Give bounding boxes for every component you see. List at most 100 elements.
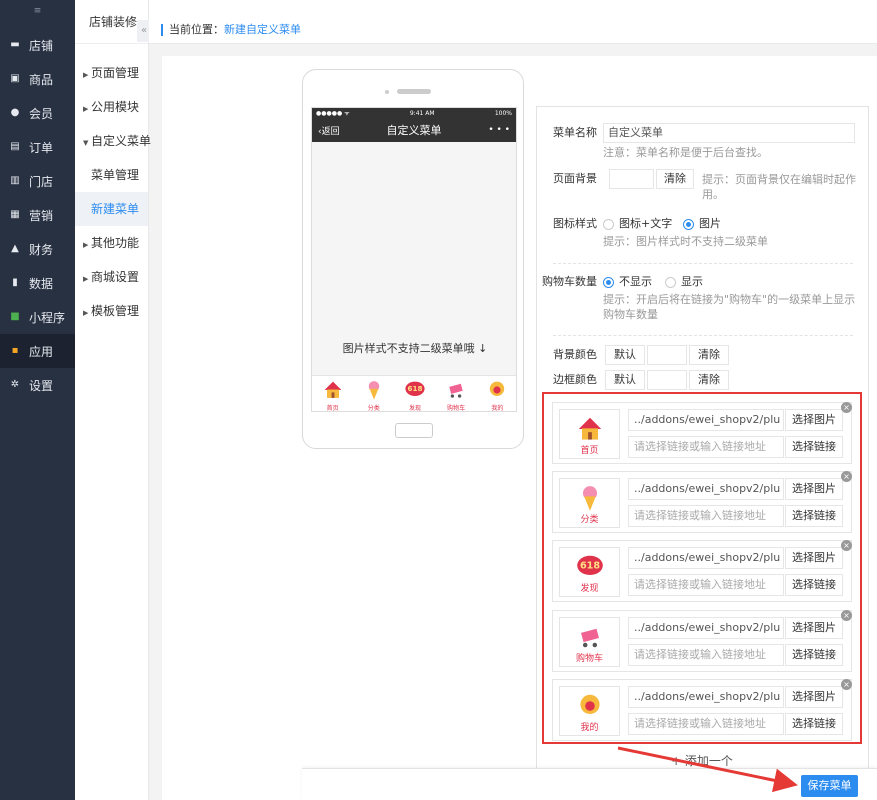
submenu-item[interactable]: 菜单管理 — [75, 158, 148, 192]
border-color-clear-button[interactable]: 清除 — [689, 370, 729, 390]
pick-link-button[interactable]: 选择链接 — [785, 505, 843, 527]
page-bg-clear-button[interactable]: 清除 — [656, 169, 694, 189]
link-input[interactable]: 请选择链接或输入链接地址 — [628, 574, 784, 596]
phone-screen: ●●●●● ᯤ 9:41 AM 100% ‹返回 自定义菜单 • • • 图片样… — [311, 107, 517, 412]
border-color-default-button[interactable]: 默认 — [605, 370, 645, 390]
image-url-input[interactable]: ../addons/ewei_shopv2/plu — [628, 547, 784, 569]
nav-item[interactable]: ● 会员 — [0, 96, 75, 130]
nav-item[interactable]: ▲ 财务 — [0, 232, 75, 266]
phone-tab[interactable]: 分类 — [357, 378, 391, 411]
page-bg-help: 提示：页面背景仅在编辑时起作用。 — [702, 173, 856, 201]
phone-tab[interactable]: 购物车 — [439, 378, 473, 411]
cart-option-show[interactable]: 显示 — [665, 275, 703, 289]
delete-icon[interactable]: × — [841, 471, 852, 482]
main-sidebar: ≡ ▬ 店铺 ▣ 商品 ● 会员 ▤ 订单 ▥ 门店 ▦ 营销 ▲ 财务 ▮ 数据 ■ 小程序 ▪ 应用 ✲ 设置 — [0, 0, 75, 800]
breadcrumb-prefix: 当前位置： — [169, 23, 224, 36]
pick-link-button[interactable]: 选择链接 — [785, 644, 843, 666]
menu-item-image[interactable]: 618 发现 — [559, 547, 620, 597]
caret-right-icon: ▶ — [83, 71, 89, 79]
nav-item[interactable]: ✲ 设置 — [0, 368, 75, 402]
pick-image-button[interactable]: 选择图片 — [785, 478, 843, 500]
pick-image-button[interactable]: 选择图片 — [785, 409, 843, 431]
radio-label: 不显示 — [619, 275, 652, 288]
bg-color-label: 背景颜色 — [553, 348, 597, 361]
bg-color-default-button[interactable]: 默认 — [605, 345, 645, 365]
phone-speaker — [397, 89, 431, 94]
nav-item[interactable]: ▮ 数据 — [0, 266, 75, 300]
submenu-item[interactable]: ▶ 页面管理 — [75, 56, 148, 90]
svg-text:618: 618 — [407, 384, 422, 393]
pick-image-button[interactable]: 选择图片 — [785, 686, 843, 708]
nav-item[interactable]: ▣ 商品 — [0, 62, 75, 96]
phone-tab[interactable]: 我的 — [480, 378, 514, 411]
border-color-swatch[interactable] — [647, 370, 687, 390]
pick-link-button[interactable]: 选择链接 — [785, 436, 843, 458]
nav-item[interactable]: ■ 小程序 — [0, 300, 75, 334]
breadcrumb-current[interactable]: 新建自定义菜单 — [224, 23, 301, 36]
sub-sidebar: 店铺装修 « ▶ 页面管理 ▶ 公用模块 ▼ 自定义菜单 菜单管理 新建菜单 ▶ 其他功能 ▶ 商城设… — [75, 0, 151, 800]
nav-item[interactable]: ▤ 订单 — [0, 130, 75, 164]
submenu-item-label: 新建菜单 — [91, 202, 140, 216]
image-url-input[interactable]: ../addons/ewei_shopv2/plu — [628, 617, 784, 639]
nav-item[interactable]: ▬ 店铺 — [0, 28, 75, 62]
menu-item-card: 分类 ../addons/ewei_shopv2/plu 选择图片 请选择链接或… — [552, 471, 852, 533]
icon-style-option-image[interactable]: 图片 — [683, 217, 721, 231]
save-menu-button[interactable]: 保存菜单 — [801, 775, 858, 797]
icon-style-option-icon-text[interactable]: 图标+文字 — [603, 217, 672, 231]
nav-item-label: 会员 — [29, 106, 54, 121]
bg-color-swatch[interactable] — [647, 345, 687, 365]
menu-item-image[interactable]: 首页 — [559, 409, 620, 459]
nav-item[interactable]: ▥ 门店 — [0, 164, 75, 198]
submenu-item[interactable]: ▶ 其他功能 — [75, 226, 148, 260]
radio-checked-icon — [683, 218, 694, 230]
cart-count-help: 提示：开启后将在链接为"购物车"的一级菜单上显示购物车数量 — [603, 293, 856, 321]
link-input[interactable]: 请选择链接或输入链接地址 — [628, 505, 784, 527]
image-url-input[interactable]: ../addons/ewei_shopv2/plu — [628, 686, 784, 708]
nav-item[interactable]: ▦ 营销 — [0, 198, 75, 232]
page-bg-color-swatch[interactable] — [609, 169, 654, 189]
phone-tab[interactable]: 首页 — [316, 378, 350, 411]
submenu-item[interactable]: ▶ 商城设置 — [75, 260, 148, 294]
delete-icon[interactable]: × — [841, 610, 852, 621]
back-label: 返回 — [321, 126, 340, 137]
pick-link-button[interactable]: 选择链接 — [785, 574, 843, 596]
phone-tab[interactable]: 618 发现 — [398, 378, 432, 411]
image-url-input[interactable]: ../addons/ewei_shopv2/plu — [628, 409, 784, 431]
pick-image-button[interactable]: 选择图片 — [785, 617, 843, 639]
menu-item-image[interactable]: 购物车 — [559, 617, 620, 667]
submenu-item[interactable]: ▶ 公用模块 — [75, 90, 148, 124]
svg-text:618: 618 — [579, 561, 599, 572]
submenu-item[interactable]: 新建菜单 — [75, 192, 148, 226]
link-input[interactable]: 请选择链接或输入链接地址 — [628, 644, 784, 666]
delete-icon[interactable]: × — [841, 402, 852, 413]
caret-right-icon: ▶ — [83, 241, 89, 249]
link-input[interactable]: 请选择链接或输入链接地址 — [628, 713, 784, 735]
menu-item-image-label: 我的 — [580, 723, 599, 733]
collapse-sidebar-icon[interactable]: ≡ — [0, 0, 75, 22]
delete-icon[interactable]: × — [841, 679, 852, 690]
nav-item[interactable]: ▪ 应用 — [0, 334, 75, 368]
breadcrumb: 当前位置：新建自定义菜单 — [161, 24, 301, 36]
back-button[interactable]: ‹返回 — [318, 124, 340, 137]
more-icon[interactable]: • • • — [488, 125, 510, 135]
image-url-input[interactable]: ../addons/ewei_shopv2/plu — [628, 478, 784, 500]
discover-icon: 618 — [398, 378, 432, 405]
menu-name-input[interactable]: 自定义菜单 — [603, 123, 855, 143]
pick-image-button[interactable]: 选择图片 — [785, 547, 843, 569]
radio-icon — [603, 218, 614, 230]
store-icon: ▬ — [10, 39, 20, 50]
cart-option-hide[interactable]: 不显示 — [603, 275, 652, 289]
link-input[interactable]: 请选择链接或输入链接地址 — [628, 436, 784, 458]
menu-item-image[interactable]: 我的 — [559, 686, 620, 736]
delete-icon[interactable]: × — [841, 540, 852, 551]
radio-label: 图片 — [699, 217, 721, 230]
radio-label: 图标+文字 — [619, 217, 673, 230]
menu-item-image[interactable]: 分类 — [559, 478, 620, 528]
phone-home-button — [395, 423, 433, 438]
add-menu-item-button[interactable]: + 添加一个 — [552, 752, 852, 769]
bg-color-clear-button[interactable]: 清除 — [689, 345, 729, 365]
submenu-item[interactable]: ▶ 模板管理 — [75, 294, 148, 328]
pick-link-button[interactable]: 选择链接 — [785, 713, 843, 735]
submenu-item[interactable]: ▼ 自定义菜单 — [75, 124, 151, 158]
status-time: 9:41 AM — [409, 109, 435, 117]
